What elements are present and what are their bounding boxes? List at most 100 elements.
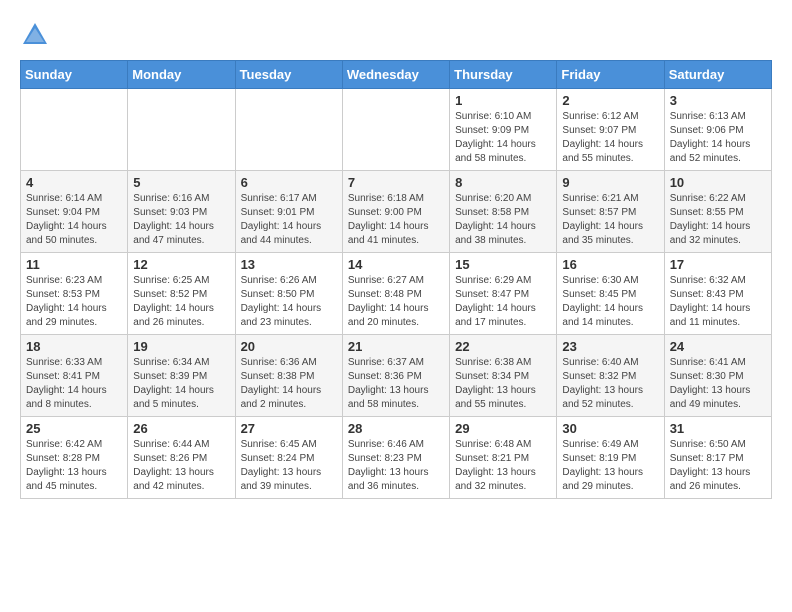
day-info: Sunrise: 6:44 AM Sunset: 8:26 PM Dayligh…: [133, 438, 229, 494]
day-number: 22: [455, 339, 551, 354]
calendar-cell: 5 Sunrise: 6:16 AM Sunset: 9:03 PM Daylig…: [128, 171, 235, 253]
day-number: 10: [670, 175, 766, 190]
calendar-cell: 3 Sunrise: 6:13 AM Sunset: 9:06 PM Daylig…: [664, 89, 771, 171]
day-info: Sunrise: 6:36 AM Sunset: 8:38 PM Dayligh…: [241, 356, 337, 412]
calendar-cell: 20 Sunrise: 6:36 AM Sunset: 8:38 PM Dayli…: [235, 335, 342, 417]
day-number: 11: [26, 257, 122, 272]
logo-icon: [20, 20, 50, 50]
week-row-5: 25 Sunrise: 6:42 AM Sunset: 8:28 PM Dayli…: [21, 417, 772, 499]
day-number: 17: [670, 257, 766, 272]
day-number: 24: [670, 339, 766, 354]
day-number: 8: [455, 175, 551, 190]
day-info: Sunrise: 6:48 AM Sunset: 8:21 PM Dayligh…: [455, 438, 551, 494]
day-info: Sunrise: 6:45 AM Sunset: 8:24 PM Dayligh…: [241, 438, 337, 494]
day-info: Sunrise: 6:18 AM Sunset: 9:00 PM Dayligh…: [348, 192, 444, 248]
day-number: 4: [26, 175, 122, 190]
day-info: Sunrise: 6:49 AM Sunset: 8:19 PM Dayligh…: [562, 438, 658, 494]
day-info: Sunrise: 6:29 AM Sunset: 8:47 PM Dayligh…: [455, 274, 551, 330]
day-info: Sunrise: 6:16 AM Sunset: 9:03 PM Dayligh…: [133, 192, 229, 248]
day-number: 23: [562, 339, 658, 354]
calendar-cell: 1 Sunrise: 6:10 AM Sunset: 9:09 PM Daylig…: [450, 89, 557, 171]
calendar-cell: 7 Sunrise: 6:18 AM Sunset: 9:00 PM Daylig…: [342, 171, 449, 253]
calendar-cell: 13Sunrise: 6:26 AM Sunset: 8:50 PM Dayli…: [235, 253, 342, 335]
calendar-cell: 8 Sunrise: 6:20 AM Sunset: 8:58 PM Daylig…: [450, 171, 557, 253]
day-number: 19: [133, 339, 229, 354]
calendar-cell: 23Sunrise: 6:40 AM Sunset: 8:32 PM Dayli…: [557, 335, 664, 417]
calendar-cell: 17 Sunrise: 6:32 AM Sunset: 8:43 PM Dayli…: [664, 253, 771, 335]
day-info: Sunrise: 6:33 AM Sunset: 8:41 PM Dayligh…: [26, 356, 122, 412]
calendar-cell: 2Sunrise: 6:12 AM Sunset: 9:07 PM Daylig…: [557, 89, 664, 171]
day-number: 7: [348, 175, 444, 190]
calendar-cell: 26Sunrise: 6:44 AM Sunset: 8:26 PM Dayli…: [128, 417, 235, 499]
calendar-cell: 6 Sunrise: 6:17 AM Sunset: 9:01 PM Daylig…: [235, 171, 342, 253]
day-info: Sunrise: 6:12 AM Sunset: 9:07 PM Dayligh…: [562, 110, 658, 166]
calendar-cell: 10 Sunrise: 6:22 AM Sunset: 8:55 PM Dayli…: [664, 171, 771, 253]
calendar-cell: [128, 89, 235, 171]
day-number: 1: [455, 93, 551, 108]
calendar-cell: 14 Sunrise: 6:27 AM Sunset: 8:48 PM Dayli…: [342, 253, 449, 335]
calendar-cell: 28Sunrise: 6:46 AM Sunset: 8:23 PM Dayli…: [342, 417, 449, 499]
header-row: SundayMondayTuesdayWednesdayThursdayFrid…: [21, 61, 772, 89]
day-info: Sunrise: 6:17 AM Sunset: 9:01 PM Dayligh…: [241, 192, 337, 248]
day-number: 5: [133, 175, 229, 190]
calendar-body: 1 Sunrise: 6:10 AM Sunset: 9:09 PM Daylig…: [21, 89, 772, 499]
week-row-3: 11 Sunrise: 6:23 AM Sunset: 8:53 PM Dayli…: [21, 253, 772, 335]
day-info: Sunrise: 6:26 AM Sunset: 8:50 PM Dayligh…: [241, 274, 337, 330]
day-header-friday: Friday: [557, 61, 664, 89]
day-info: Sunrise: 6:34 AM Sunset: 8:39 PM Dayligh…: [133, 356, 229, 412]
day-number: 25: [26, 421, 122, 436]
calendar-table: SundayMondayTuesdayWednesdayThursdayFrid…: [20, 60, 772, 499]
day-number: 15: [455, 257, 551, 272]
day-number: 9: [562, 175, 658, 190]
week-row-2: 4 Sunrise: 6:14 AM Sunset: 9:04 PM Daylig…: [21, 171, 772, 253]
calendar-cell: 25 Sunrise: 6:42 AM Sunset: 8:28 PM Dayli…: [21, 417, 128, 499]
calendar-cell: 27 Sunrise: 6:45 AM Sunset: 8:24 PM Dayli…: [235, 417, 342, 499]
day-info: Sunrise: 6:21 AM Sunset: 8:57 PM Dayligh…: [562, 192, 658, 248]
day-info: Sunrise: 6:13 AM Sunset: 9:06 PM Dayligh…: [670, 110, 766, 166]
calendar-cell: 22Sunrise: 6:38 AM Sunset: 8:34 PM Dayli…: [450, 335, 557, 417]
day-number: 30: [562, 421, 658, 436]
day-number: 6: [241, 175, 337, 190]
day-info: Sunrise: 6:46 AM Sunset: 8:23 PM Dayligh…: [348, 438, 444, 494]
calendar-cell: 21Sunrise: 6:37 AM Sunset: 8:36 PM Dayli…: [342, 335, 449, 417]
day-info: Sunrise: 6:20 AM Sunset: 8:58 PM Dayligh…: [455, 192, 551, 248]
week-row-1: 1 Sunrise: 6:10 AM Sunset: 9:09 PM Daylig…: [21, 89, 772, 171]
calendar-cell: 16Sunrise: 6:30 AM Sunset: 8:45 PM Dayli…: [557, 253, 664, 335]
calendar-cell: 9 Sunrise: 6:21 AM Sunset: 8:57 PM Daylig…: [557, 171, 664, 253]
calendar-cell: 24 Sunrise: 6:41 AM Sunset: 8:30 PM Dayli…: [664, 335, 771, 417]
calendar-cell: 4 Sunrise: 6:14 AM Sunset: 9:04 PM Daylig…: [21, 171, 128, 253]
calendar-cell: [342, 89, 449, 171]
day-info: Sunrise: 6:32 AM Sunset: 8:43 PM Dayligh…: [670, 274, 766, 330]
day-info: Sunrise: 6:42 AM Sunset: 8:28 PM Dayligh…: [26, 438, 122, 494]
day-info: Sunrise: 6:30 AM Sunset: 8:45 PM Dayligh…: [562, 274, 658, 330]
week-row-4: 18 Sunrise: 6:33 AM Sunset: 8:41 PM Dayli…: [21, 335, 772, 417]
calendar-cell: 18 Sunrise: 6:33 AM Sunset: 8:41 PM Dayli…: [21, 335, 128, 417]
calendar-cell: 30 Sunrise: 6:49 AM Sunset: 8:19 PM Dayli…: [557, 417, 664, 499]
day-header-tuesday: Tuesday: [235, 61, 342, 89]
day-number: 27: [241, 421, 337, 436]
day-number: 31: [670, 421, 766, 436]
day-info: Sunrise: 6:41 AM Sunset: 8:30 PM Dayligh…: [670, 356, 766, 412]
day-info: Sunrise: 6:25 AM Sunset: 8:52 PM Dayligh…: [133, 274, 229, 330]
day-number: 12: [133, 257, 229, 272]
day-number: 18: [26, 339, 122, 354]
day-header-thursday: Thursday: [450, 61, 557, 89]
day-info: Sunrise: 6:23 AM Sunset: 8:53 PM Dayligh…: [26, 274, 122, 330]
day-info: Sunrise: 6:50 AM Sunset: 8:17 PM Dayligh…: [670, 438, 766, 494]
day-header-saturday: Saturday: [664, 61, 771, 89]
day-number: 14: [348, 257, 444, 272]
day-number: 20: [241, 339, 337, 354]
day-info: Sunrise: 6:27 AM Sunset: 8:48 PM Dayligh…: [348, 274, 444, 330]
day-number: 21: [348, 339, 444, 354]
day-info: Sunrise: 6:10 AM Sunset: 9:09 PM Dayligh…: [455, 110, 551, 166]
calendar-cell: [235, 89, 342, 171]
calendar-cell: 15 Sunrise: 6:29 AM Sunset: 8:47 PM Dayli…: [450, 253, 557, 335]
day-info: Sunrise: 6:22 AM Sunset: 8:55 PM Dayligh…: [670, 192, 766, 248]
day-header-wednesday: Wednesday: [342, 61, 449, 89]
page-header: [20, 20, 772, 50]
calendar-cell: 11 Sunrise: 6:23 AM Sunset: 8:53 PM Dayli…: [21, 253, 128, 335]
day-number: 3: [670, 93, 766, 108]
calendar-cell: 29Sunrise: 6:48 AM Sunset: 8:21 PM Dayli…: [450, 417, 557, 499]
calendar-header: SundayMondayTuesdayWednesdayThursdayFrid…: [21, 61, 772, 89]
day-info: Sunrise: 6:14 AM Sunset: 9:04 PM Dayligh…: [26, 192, 122, 248]
